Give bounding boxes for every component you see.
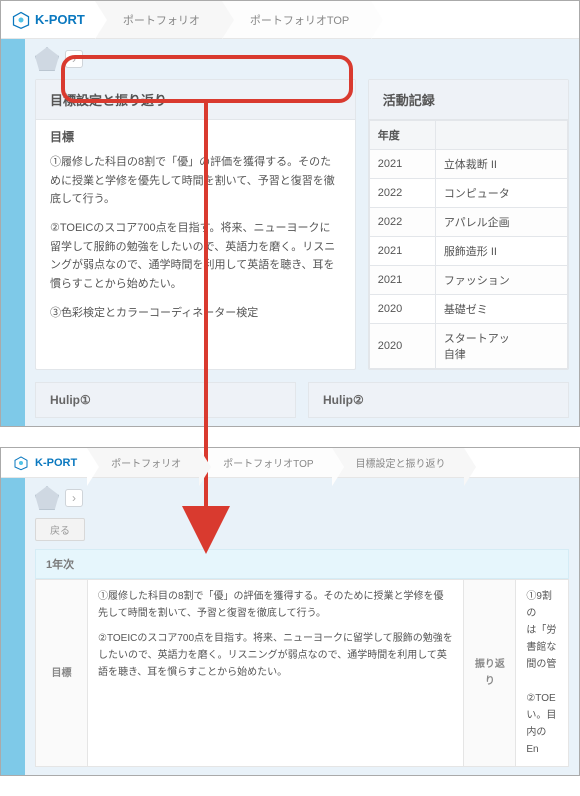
goal-card-sub: 目標 — [36, 120, 355, 147]
logo-text-2: K-PORT — [35, 457, 77, 469]
table-row[interactable]: 2021服飾造形 II — [369, 237, 567, 266]
activity-card-title: 活動記録 — [369, 80, 568, 120]
breadcrumb-bar: K-PORT ポートフォリオ ポートフォリオTOP — [1, 1, 579, 39]
detail-reflection-text: ①9割の は「労 書館な 間の管 ②TOE い。目 内のEn — [516, 580, 569, 767]
goal-p2: ②TOEICのスコア700点を目指す。将来、ニューヨークに留学して服飾の勉強をし… — [50, 219, 341, 294]
detail-goal-label: 目標 — [36, 580, 88, 767]
table-row[interactable]: 2022アパレル企画 — [369, 208, 567, 237]
detail-table: 目標 ①履修した科目の8割で「優」の評価を獲得する。そのために授業と学修を優先し… — [35, 579, 569, 767]
hulip-card-1[interactable]: Hulip① — [35, 382, 296, 418]
breadcrumb2-goal[interactable]: 目標設定と振り返り — [332, 448, 464, 477]
app-logo-2[interactable]: K-PORT — [1, 448, 87, 477]
goal-p3: ③色彩検定とカラーコーディネーター検定 — [50, 304, 341, 323]
activity-table: 年度 2021立体裁断 II 2022コンピュータ 2022アパレル企画 202… — [369, 120, 568, 369]
detail-reflection-label: 振り返り — [464, 580, 516, 767]
breadcrumb-bar-2: K-PORT ポートフォリオ ポートフォリオTOP 目標設定と振り返り — [1, 448, 579, 478]
year-header: 1年次 — [35, 549, 569, 579]
detail-goal-text: ①履修した科目の8割で「優」の評価を獲得する。そのために授業と学修を優先して時間… — [88, 580, 464, 767]
pentagon-icon — [35, 47, 59, 71]
logo-text: K-PORT — [35, 12, 85, 27]
screenshot-top: K-PORT ポートフォリオ ポートフォリオTOP › 目標設定と振り返り 目標… — [0, 0, 580, 427]
goal-card[interactable]: 目標設定と振り返り 目標 ①履修した科目の8割で「優」の評価を獲得する。そのため… — [35, 79, 356, 370]
chevron-right-icon[interactable]: › — [65, 489, 83, 507]
table-row[interactable]: 2020基礎ゼミ — [369, 295, 567, 324]
table-row[interactable]: 2020スタートアッ 自律 — [369, 324, 567, 369]
breadcrumb-portfolio[interactable]: ポートフォリオ — [95, 1, 222, 38]
table-row[interactable]: 2021立体裁断 II — [369, 150, 567, 179]
pentagon-icon — [35, 486, 59, 510]
goal-p1: ①履修した科目の8割で「優」の評価を獲得する。そのために授業と学修を優先して時間… — [50, 153, 341, 209]
activity-col-title — [435, 121, 567, 150]
breadcrumb2-portfolio[interactable]: ポートフォリオ — [87, 448, 199, 477]
app-logo[interactable]: K-PORT — [1, 1, 95, 38]
page-badge-row: › — [35, 47, 569, 71]
left-rail — [1, 39, 25, 426]
logo-icon — [11, 10, 31, 30]
page-badge-row-2: › — [35, 486, 569, 510]
screenshot-bottom: K-PORT ポートフォリオ ポートフォリオTOP 目標設定と振り返り › 戻る… — [0, 447, 580, 776]
chevron-right-icon[interactable]: › — [65, 50, 83, 68]
activity-card: 活動記録 年度 2021立体裁断 II 2022コンピュータ 2022アパレル企… — [368, 79, 569, 370]
table-row[interactable]: 2021ファッション — [369, 266, 567, 295]
table-row[interactable]: 2022コンピュータ — [369, 179, 567, 208]
back-button[interactable]: 戻る — [35, 518, 85, 541]
logo-icon — [11, 453, 31, 473]
breadcrumb-portfolio-top[interactable]: ポートフォリオTOP — [222, 1, 371, 38]
hulip-card-2[interactable]: Hulip② — [308, 382, 569, 418]
activity-col-year: 年度 — [369, 121, 435, 150]
breadcrumb2-portfolio-top[interactable]: ポートフォリオTOP — [199, 448, 331, 477]
left-rail-2 — [1, 478, 25, 775]
goal-card-body: ①履修した科目の8割で「優」の評価を獲得する。そのために授業と学修を優先して時間… — [36, 147, 355, 347]
goal-card-title: 目標設定と振り返り — [36, 80, 355, 120]
